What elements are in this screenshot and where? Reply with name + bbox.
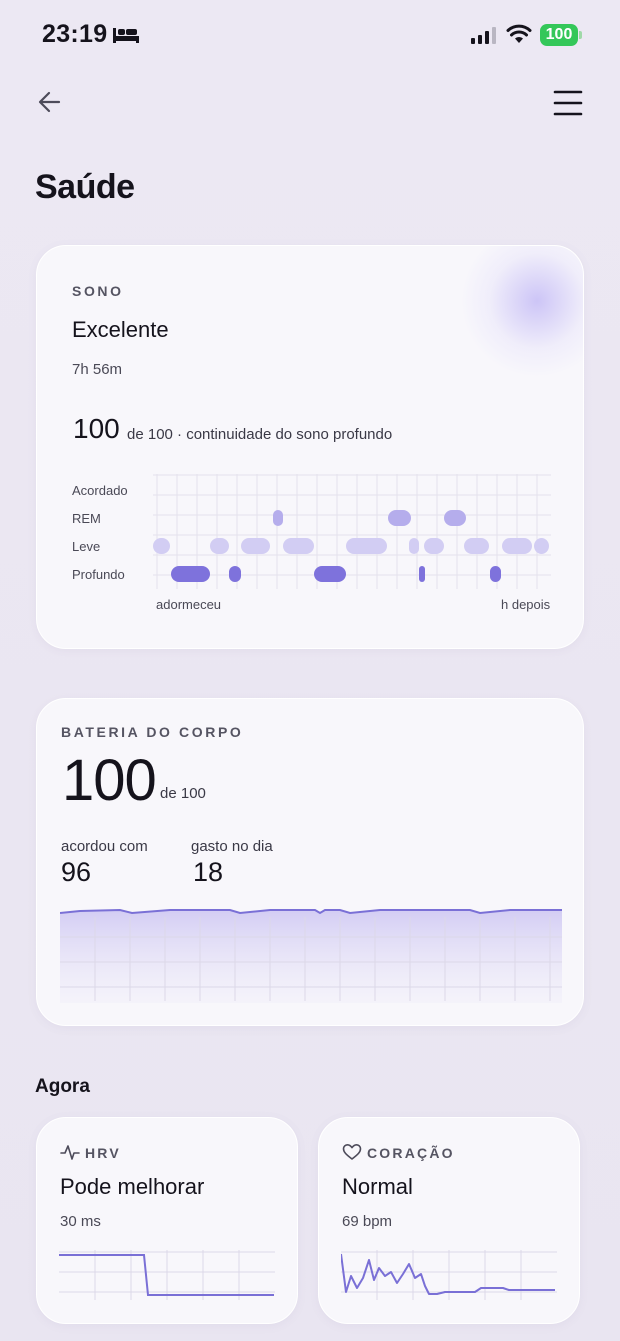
cellular-signal-icon <box>471 27 496 44</box>
hrv-value: 30 ms <box>60 1213 101 1230</box>
body-battery-chart <box>60 908 562 1003</box>
hamburger-menu-icon[interactable] <box>553 88 583 118</box>
spent-label: gasto no dia <box>191 838 273 855</box>
hypnogram-deep-blocks <box>171 566 501 582</box>
body-battery-card[interactable]: BATERIA DO CORPO 100 de 100 acordou com … <box>36 698 584 1026</box>
status-time: 23:19 <box>42 20 108 48</box>
battery-indicator: 100 <box>540 24 578 46</box>
battery-tip <box>579 31 582 39</box>
woke-with-value: 96 <box>61 857 92 887</box>
woke-with-label: acordou com <box>61 838 148 855</box>
wifi-icon <box>506 24 532 43</box>
status-bar: 23:19 100 <box>0 0 620 70</box>
sleep-score: 100 <box>73 413 120 444</box>
stage-label-awake: Acordado <box>72 483 128 498</box>
page-title: Saúde <box>35 168 135 206</box>
hrv-chart <box>59 1250 275 1300</box>
stage-label-light: Leve <box>72 539 101 554</box>
decorative-glow <box>462 246 583 376</box>
hypnogram-axis-end: h depois <box>501 597 551 612</box>
heart-card[interactable]: CORAÇÃO Normal 69 bpm <box>318 1117 580 1324</box>
spent-value: 18 <box>193 857 224 887</box>
sleep-score-suffix: de 100 · continuidade do sono profundo <box>127 426 393 443</box>
hrv-title: HRV <box>85 1145 121 1161</box>
sleep-duration: 7h 56m <box>72 361 123 378</box>
hypnogram-light-blocks <box>153 538 549 554</box>
heart-title: CORAÇÃO <box>367 1145 455 1161</box>
pulse-icon <box>60 1145 80 1160</box>
back-arrow-icon[interactable] <box>36 88 64 116</box>
heart-chart <box>341 1250 557 1300</box>
hrv-card[interactable]: HRV Pode melhorar 30 ms <box>36 1117 298 1324</box>
sleep-card[interactable]: SONO Excelente 7h 56m 100 de 100 · conti… <box>36 245 584 649</box>
hypnogram-axis-start: adormeceu <box>156 597 222 612</box>
sleep-label: SONO <box>72 283 124 299</box>
stage-label-deep: Profundo <box>72 567 125 582</box>
heart-value: 69 bpm <box>342 1213 393 1230</box>
section-heading-now: Agora <box>35 1076 90 1097</box>
heart-status: Normal <box>342 1174 413 1199</box>
stage-label-rem: REM <box>72 511 101 526</box>
sleep-hypnogram <box>153 474 551 589</box>
body-battery-suffix: de 100 <box>160 785 206 802</box>
heart-chart-line <box>341 1253 555 1295</box>
body-battery-value: 100 <box>62 748 157 813</box>
sleep-status: Excelente <box>72 317 169 342</box>
body-battery-label: BATERIA DO CORPO <box>61 724 244 740</box>
heart-icon <box>342 1144 362 1160</box>
hrv-status: Pode melhorar <box>60 1174 205 1199</box>
bed-icon <box>113 28 139 43</box>
